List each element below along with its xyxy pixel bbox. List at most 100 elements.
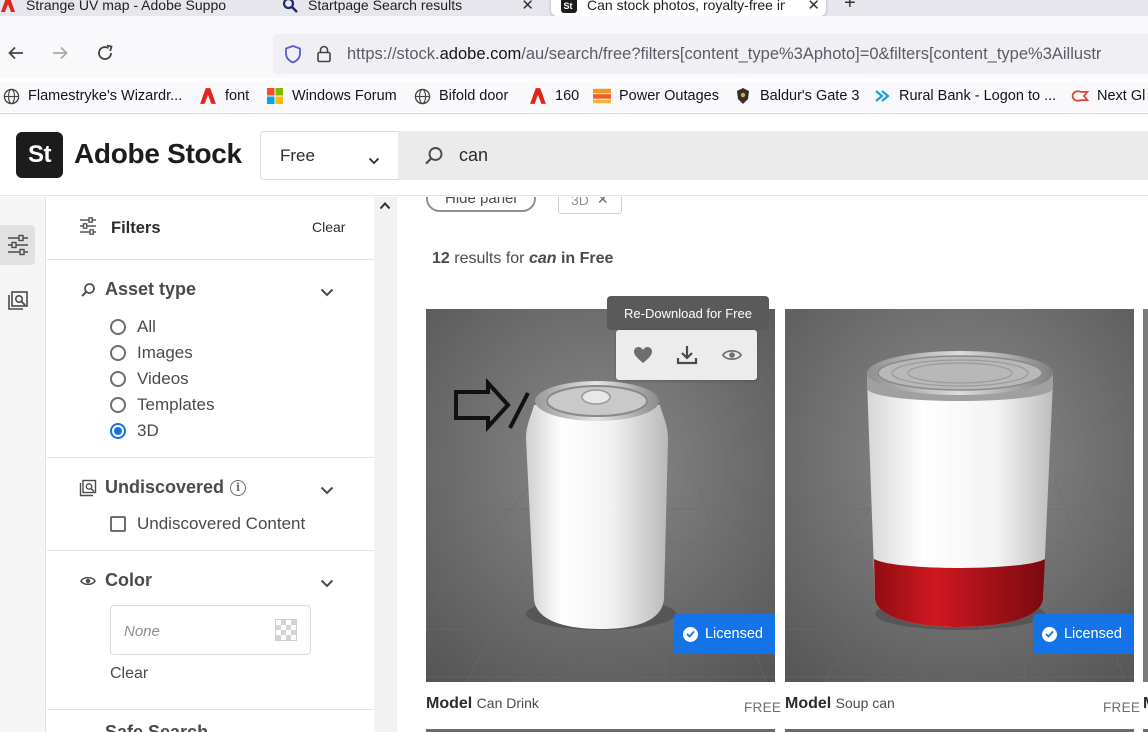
- count-scope: in Free: [560, 250, 614, 267]
- reload-icon[interactable]: [94, 42, 116, 64]
- asset-type-label: Model: [426, 695, 473, 712]
- panel-scrollbar[interactable]: [374, 197, 397, 732]
- checkmark-icon: [682, 626, 698, 642]
- logo-text[interactable]: Adobe Stock: [74, 138, 242, 170]
- asset-type-label: M: [1143, 695, 1148, 712]
- asset-type-header[interactable]: Asset type: [79, 279, 196, 300]
- hide-panel-button[interactable]: Hide panel: [426, 197, 536, 212]
- filters-toggle-icon[interactable]: [0, 225, 35, 265]
- baldurs-gate-icon: [734, 87, 752, 105]
- chevron-up-icon[interactable]: [379, 199, 391, 217]
- adobe-icon: [199, 87, 217, 105]
- asset-name: Can Drink: [476, 695, 539, 711]
- radio-button[interactable]: [110, 397, 126, 413]
- adobe-stock-logo[interactable]: St: [16, 132, 63, 178]
- chevron-down-icon: [368, 150, 380, 170]
- new-tab-icon[interactable]: +: [844, 0, 856, 15]
- radio-all[interactable]: All: [110, 317, 156, 337]
- clear-filters-button[interactable]: Clear: [312, 219, 345, 235]
- undiscovered-title: Undiscovered: [105, 477, 225, 497]
- color-swatch[interactable]: [275, 619, 297, 641]
- chevron-down-icon[interactable]: [320, 482, 334, 500]
- card-caption[interactable]: Model Can Drink: [426, 695, 539, 713]
- bookmark-item[interactable]: Bifold door: [413, 87, 508, 105]
- count-query: can: [528, 250, 557, 267]
- licensed-badge: Licensed: [673, 614, 775, 654]
- tab-title: Strange UV map - Adobe Suppo: [26, 0, 227, 13]
- asset-type-title: Asset type: [105, 279, 197, 299]
- download-icon[interactable]: [675, 343, 699, 367]
- card-caption[interactable]: Model Soup can: [785, 695, 895, 713]
- address-bar[interactable]: https://stock.adobe.com/au/search/free?f…: [273, 34, 1148, 74]
- shield-icon[interactable]: [283, 44, 303, 64]
- radio-button[interactable]: [110, 371, 126, 387]
- bookmark-item[interactable]: Rural Bank - Logon to ...: [873, 87, 1056, 105]
- next-icon: [1071, 87, 1089, 105]
- search-icon: [423, 145, 445, 167]
- radio-label: Images: [137, 343, 193, 362]
- bookmark-item[interactable]: Power Outages: [593, 87, 719, 105]
- close-icon[interactable]: ✕: [597, 197, 609, 208]
- globe-icon: [2, 87, 20, 105]
- bookmark-label: Windows Forum: [292, 88, 397, 104]
- count-text: results for: [454, 250, 525, 267]
- back-icon[interactable]: [5, 42, 27, 64]
- radio-templates[interactable]: Templates: [110, 395, 214, 415]
- eye-icon[interactable]: [720, 343, 744, 367]
- browser-tab[interactable]: Strange UV map - Adobe Suppo: [0, 0, 256, 16]
- bookmark-item[interactable]: 160: [529, 87, 579, 105]
- forward-icon[interactable]: [49, 42, 71, 64]
- radio-label: All: [137, 317, 156, 336]
- results-area: Hide panel 3D ✕ 12 results for can in Fr…: [398, 197, 1148, 732]
- bookmark-label: 160: [555, 88, 580, 104]
- chevron-down-icon[interactable]: [320, 575, 334, 593]
- result-card[interactable]: [1143, 309, 1148, 682]
- results-count: 12 results for can in Free: [432, 250, 613, 268]
- filters-header: Filters Clear: [47, 197, 374, 260]
- visual-search-icon[interactable]: [0, 281, 35, 321]
- bookmark-label: font: [225, 88, 250, 104]
- search-scope-dropdown[interactable]: Free: [260, 131, 398, 180]
- bookmark-item[interactable]: font: [199, 87, 249, 105]
- bookmark-item[interactable]: Flamestryke's Wizardr...: [2, 87, 182, 105]
- radio-label: 3D: [137, 421, 159, 440]
- bookmark-item[interactable]: Baldur's Gate 3: [734, 87, 860, 105]
- left-rail: [0, 197, 46, 732]
- undiscovered-checkbox-row[interactable]: Undiscovered Content: [110, 514, 305, 534]
- undiscovered-header[interactable]: Undiscovered i: [79, 477, 247, 498]
- radio-button[interactable]: [110, 319, 126, 335]
- browser-tab[interactable]: Startpage Search results ✕: [282, 0, 540, 16]
- checkbox[interactable]: [110, 516, 126, 532]
- color-clear-button[interactable]: Clear: [110, 665, 148, 683]
- bookmark-item[interactable]: Next Gl: [1071, 87, 1145, 105]
- color-header[interactable]: Color: [79, 570, 152, 591]
- licensed-badge: Licensed: [1032, 614, 1134, 654]
- active-filter-chip[interactable]: 3D ✕: [558, 197, 622, 214]
- search-input[interactable]: can: [398, 131, 1148, 180]
- heart-icon[interactable]: [631, 343, 655, 367]
- radio-videos[interactable]: Videos: [110, 369, 189, 389]
- radio-3d[interactable]: 3D: [110, 421, 159, 441]
- filter-panel: Filters Clear Asset type All Images Vide…: [47, 197, 374, 732]
- result-card[interactable]: Licensed: [785, 309, 1134, 682]
- safe-search-header[interactable]: Safe Search: [79, 723, 208, 732]
- info-icon[interactable]: i: [230, 479, 247, 496]
- card-caption[interactable]: M: [1143, 695, 1148, 713]
- close-icon[interactable]: ✕: [521, 0, 534, 14]
- chevron-down-icon[interactable]: [320, 284, 334, 302]
- color-input[interactable]: None: [110, 605, 311, 655]
- radio-button[interactable]: [110, 345, 126, 361]
- section-title: Safe Search: [105, 723, 208, 732]
- browser-tab-active[interactable]: St Can stock photos, royalty-free im ✕: [551, 0, 826, 16]
- color-placeholder: None: [124, 623, 160, 640]
- startpage-icon: [282, 0, 298, 13]
- price-label: FREE: [744, 700, 782, 715]
- radio-images[interactable]: Images: [110, 343, 193, 363]
- close-icon[interactable]: ✕: [807, 0, 820, 14]
- eye-icon: [79, 572, 97, 590]
- lock-icon[interactable]: [315, 44, 333, 64]
- bookmark-item[interactable]: Windows Forum: [266, 87, 397, 105]
- globe-icon: [413, 87, 431, 105]
- filters-title: Filters: [111, 219, 161, 237]
- radio-button-selected[interactable]: [110, 423, 126, 439]
